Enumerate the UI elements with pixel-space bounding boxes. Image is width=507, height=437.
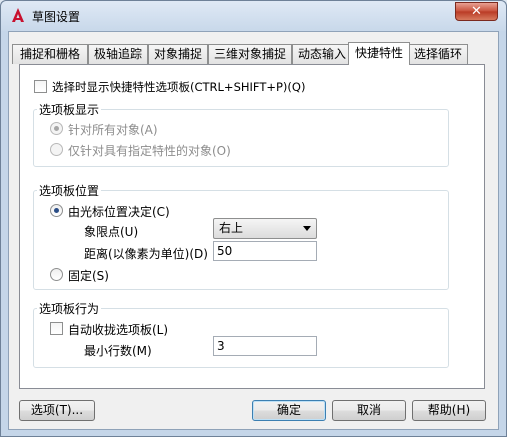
cancel-button[interactable]: 取消 xyxy=(332,400,406,421)
tab-selection-cycling[interactable]: 选择循环 xyxy=(408,44,468,64)
autocad-logo-icon xyxy=(12,8,24,22)
close-button[interactable]: ✕ xyxy=(455,2,498,21)
fixed-position-radio[interactable] xyxy=(50,268,63,281)
chevron-down-icon xyxy=(303,226,311,231)
title-bar[interactable]: 草图设置 ✕ xyxy=(1,1,506,31)
fixed-position-label: 固定(S) xyxy=(68,269,109,283)
quadrant-select-value: 右上 xyxy=(219,221,244,235)
display-specified-objects-radio[interactable] xyxy=(50,143,63,156)
display-all-objects-radio[interactable] xyxy=(50,122,63,135)
show-on-select-label[interactable]: 选择时显示快捷特性选项板(CTRL+SHIFT+P)(Q) xyxy=(52,79,305,95)
display-specified-objects-label: 仅针对具有指定特性的对象(O) xyxy=(68,144,231,158)
show-on-select-checkbox[interactable] xyxy=(34,80,47,93)
cursor-position-label: 由光标位置决定(C) xyxy=(68,205,170,219)
cursor-position-radio[interactable] xyxy=(50,204,63,217)
palette-behavior-title: 选项板行为 xyxy=(37,300,102,317)
display-all-objects-label: 针对所有对象(A) xyxy=(68,123,158,137)
quadrant-label: 象限点(U) xyxy=(84,225,139,239)
tab-3d-object-snap[interactable]: 三维对象捕捉 xyxy=(208,44,292,64)
tab-polar-tracking[interactable]: 极轴追踪 xyxy=(88,44,148,64)
dialog-window: 草图设置 ✕ 捕捉和栅格 极轴追踪 对象捕捉 三维对象捕捉 动态输入 快捷特性 … xyxy=(0,0,507,437)
tab-dynamic-input[interactable]: 动态输入 xyxy=(292,44,352,64)
min-rows-label: 最小行数(M) xyxy=(84,344,152,358)
quadrant-select[interactable]: 右上 xyxy=(213,218,317,239)
tab-quick-properties[interactable]: 快捷特性 xyxy=(348,42,410,65)
help-button[interactable]: 帮助(H) xyxy=(412,400,486,421)
tab-object-snap[interactable]: 对象捕捉 xyxy=(148,44,208,64)
window-title: 草图设置 xyxy=(32,10,81,24)
distance-label: 距离(以像素为单位)(D) xyxy=(84,247,208,261)
distance-input[interactable]: 50 xyxy=(213,241,317,261)
palette-display-title: 选项板显示 xyxy=(37,101,102,118)
tab-snap-grid[interactable]: 捕捉和栅格 xyxy=(12,44,88,64)
options-button[interactable]: 选项(T)... xyxy=(19,400,95,421)
ok-button[interactable]: 确定 xyxy=(252,400,326,421)
auto-collapse-checkbox[interactable] xyxy=(50,322,63,335)
palette-location-title: 选项板位置 xyxy=(37,182,102,199)
auto-collapse-label[interactable]: 自动收拢选项板(L) xyxy=(68,321,168,338)
quick-properties-panel: 选择时显示快捷特性选项板(CTRL+SHIFT+P)(Q) 选项板显示 针对所有… xyxy=(19,64,485,389)
min-rows-input[interactable]: 3 xyxy=(213,336,317,356)
